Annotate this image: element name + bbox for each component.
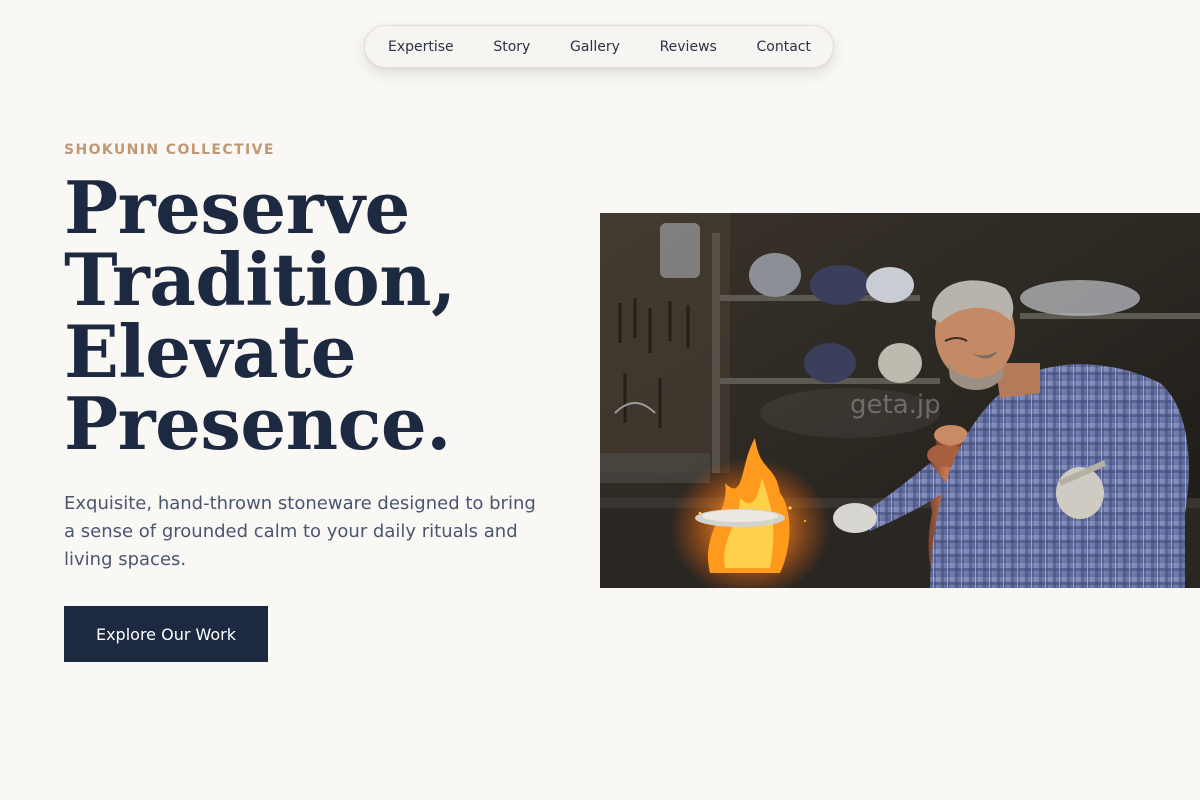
hero-description: Exquisite, hand-thrown stoneware designe… — [64, 493, 536, 570]
hero-headline: Preserve Tradition, Elevate Presence. — [64, 172, 584, 460]
nav-link-gallery[interactable]: Gallery — [570, 39, 620, 55]
headline-line-3: Elevate — [64, 309, 357, 394]
headline-line-1: Preserve — [64, 165, 410, 250]
nav-link-contact[interactable]: Contact — [756, 39, 810, 55]
nav-link-reviews[interactable]: Reviews — [660, 39, 717, 55]
headline-line-2: Tradition, — [64, 237, 456, 322]
nav-link-story[interactable]: Story — [493, 39, 530, 55]
hero-eyebrow: SHOKUNIN COLLECTIVE — [64, 142, 275, 158]
image-watermark: geta.jp — [850, 390, 941, 420]
top-nav-pill: Expertise Story Gallery Reviews Contact — [364, 25, 834, 68]
headline-line-4: Presence. — [64, 381, 451, 466]
explore-work-button[interactable]: Explore Our Work — [64, 606, 268, 662]
hero-image: geta.jp — [600, 213, 1200, 588]
nav-link-expertise[interactable]: Expertise — [388, 39, 454, 55]
